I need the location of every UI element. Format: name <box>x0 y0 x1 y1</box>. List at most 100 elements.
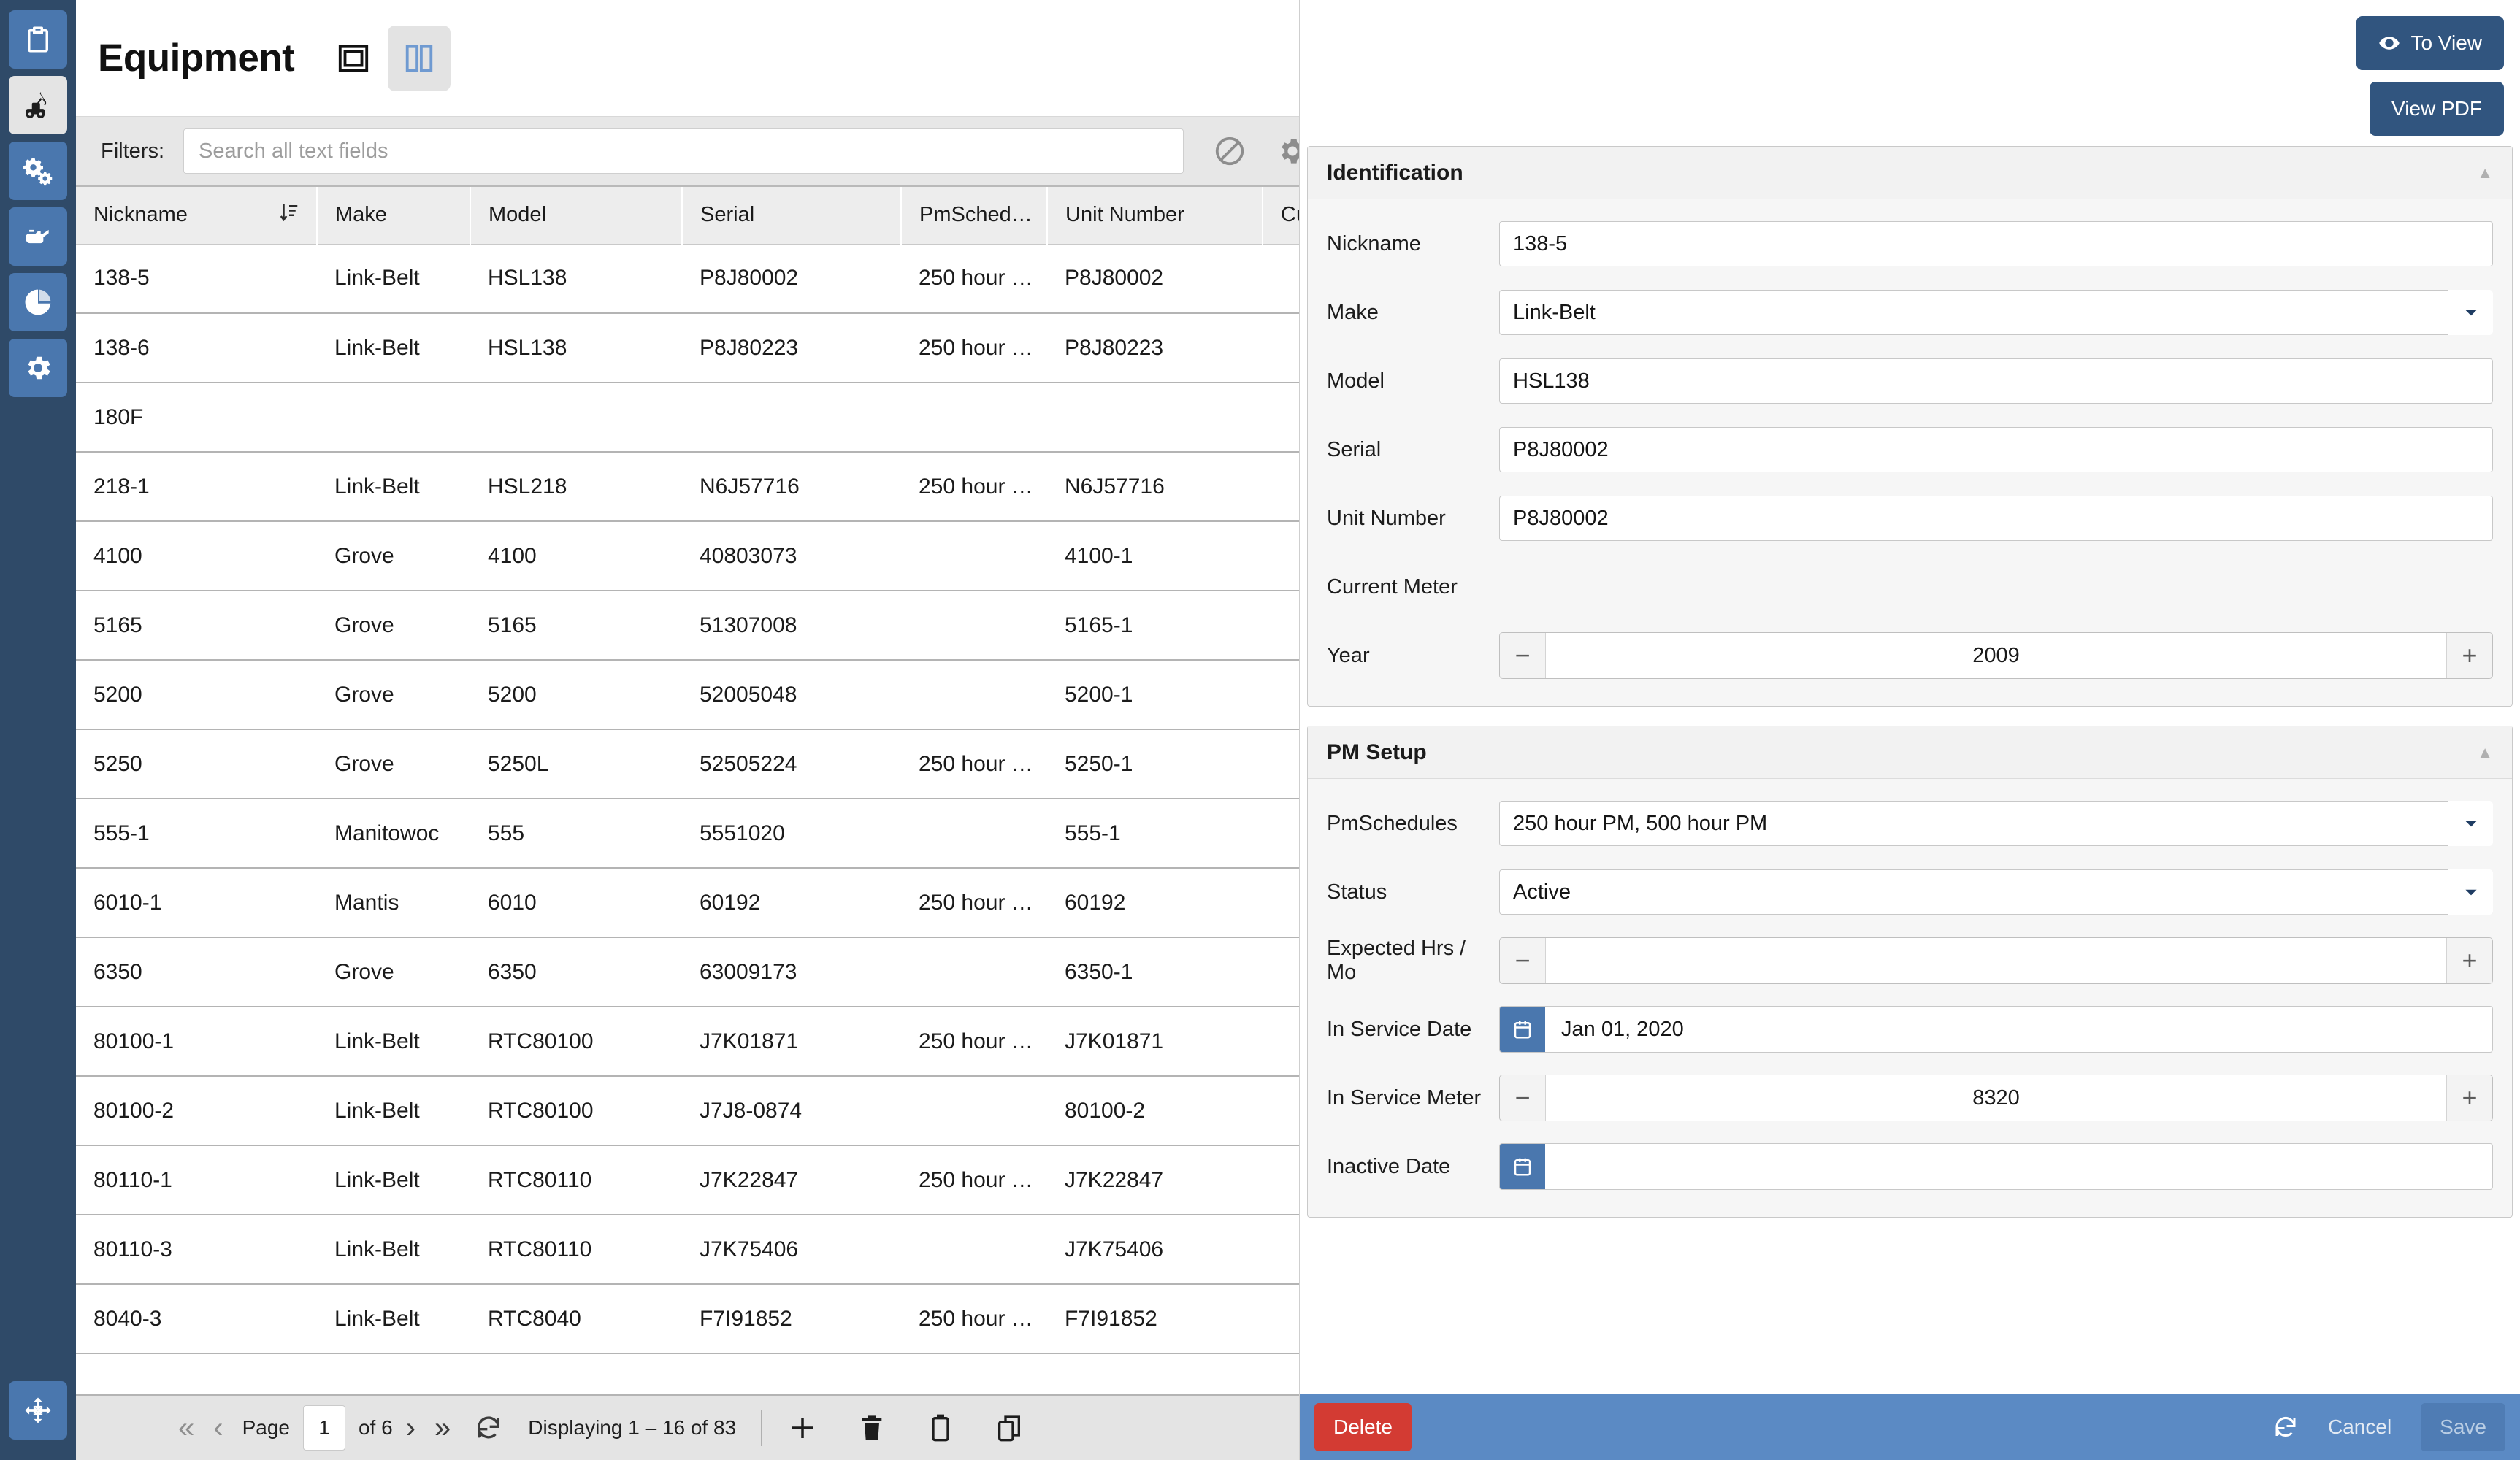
next-page-button[interactable]: › <box>406 1413 415 1442</box>
cell-unit_number: 5250-1 <box>1047 729 1263 799</box>
delete-button[interactable]: Delete <box>1314 1403 1412 1451</box>
page-title: Equipment <box>98 36 295 80</box>
table-row[interactable]: 8040-3 Link-Belt RTC8040 F7I91852 250 hour …… <box>76 1284 1299 1354</box>
sidebar-expand-button[interactable] <box>9 1381 67 1440</box>
to-view-button[interactable]: To View <box>2356 16 2504 70</box>
field-label-nickname: Nickname <box>1327 231 1421 256</box>
minus-icon[interactable]: − <box>1500 938 1545 983</box>
column-header-label: Curr <box>1281 203 1299 227</box>
column-header-serial[interactable]: Serial <box>682 187 902 245</box>
table-row[interactable]: 218-1 Link-Belt HSL218 N6J57716 250 hour … N6… <box>76 452 1299 522</box>
prev-page-button[interactable]: ‹ <box>213 1413 223 1442</box>
datepicker-inactive-date[interactable] <box>1499 1143 2493 1190</box>
table-row[interactable]: 5165 Grove 5165 51307008 5165-1 <box>76 591 1299 661</box>
view-pdf-button[interactable]: View PDF <box>2370 82 2504 136</box>
section-header[interactable]: Identification ▲ <box>1308 147 2512 199</box>
detail-top-actions: To View View PDF <box>1300 0 2520 146</box>
table-row[interactable]: 80110-1 Link-Belt RTC80110 J7K22847 250 hour… <box>76 1145 1299 1215</box>
input-serial[interactable] <box>1499 427 2493 472</box>
calendar-icon[interactable] <box>1500 1144 1545 1189</box>
table-row[interactable]: 80100-2 Link-Belt RTC80100 J7J8-0874 80100-2 <box>76 1076 1299 1146</box>
table-row[interactable]: 4100 Grove 4100 40803073 4100-1 <box>76 521 1299 591</box>
column-header-pmschedules[interactable]: PmSched… <box>901 187 1048 245</box>
column-header-current_meter[interactable]: Curr <box>1263 187 1299 245</box>
stepper-value-year[interactable]: 2009 <box>1545 633 2447 678</box>
select-make[interactable] <box>1499 290 2493 335</box>
stepper-year[interactable]: −2009 + <box>1499 632 2493 679</box>
plus-icon[interactable]: + <box>2447 1075 2492 1121</box>
select-value-make[interactable] <box>1499 290 2493 335</box>
search-input[interactable] <box>183 128 1184 174</box>
table-row[interactable]: 80110-3 Link-Belt RTC80110 J7K75406 J7K75406 <box>76 1215 1299 1285</box>
chevron-down-icon[interactable] <box>2448 869 2493 915</box>
stepper-value-expected-hrs-mo[interactable] <box>1545 938 2447 983</box>
sidebar-item-equipment[interactable] <box>9 76 67 134</box>
table-header: Nickname Make Model Serial PmSched… Unit Numb… <box>76 187 1299 245</box>
plus-icon[interactable]: + <box>2447 938 2492 983</box>
column-header-make[interactable]: Make <box>317 187 471 245</box>
detail-sections: Identification ▲ Nickname Make Model Serial Un… <box>1300 146 2520 1460</box>
table-row[interactable]: 80100-1 Link-Belt RTC80100 J7K01871 250 hour… <box>76 1007 1299 1077</box>
sidebar-item-reports[interactable] <box>9 273 67 331</box>
stepper-value-in-service-meter[interactable]: 8320 <box>1545 1075 2447 1121</box>
sidebar-item-settings[interactable] <box>9 339 67 397</box>
select-value-pmschedules[interactable] <box>1499 801 2493 846</box>
refresh-icon[interactable] <box>474 1413 503 1442</box>
table-row[interactable]: 6010-1 Mantis 6010 60192 250 hour … 60192 <box>76 868 1299 938</box>
cell-model: 5200 <box>470 660 682 730</box>
table-row[interactable]: 5250 Grove 5250L 52505224 250 hour … 5250-1 <box>76 729 1299 799</box>
sidebar-item-clipboard[interactable] <box>9 10 67 69</box>
select-status[interactable] <box>1499 869 2493 915</box>
caret-up-icon[interactable]: ▲ <box>2477 164 2493 182</box>
select-pmschedules[interactable] <box>1499 801 2493 846</box>
cell-current_meter <box>1263 937 1299 1007</box>
field-label-model: Model <box>1327 369 1385 393</box>
sidebar-item-parts[interactable] <box>9 142 67 200</box>
field-row: Model <box>1327 347 2493 415</box>
table-row[interactable]: 180F <box>76 383 1299 453</box>
section-header[interactable]: PM Setup ▲ <box>1308 726 2512 779</box>
input-unit-number[interactable] <box>1499 496 2493 541</box>
table-row[interactable]: 6350 Grove 6350 63009173 6350-1 <box>76 937 1299 1007</box>
stepper-in-service-meter[interactable]: −8320 + <box>1499 1075 2493 1121</box>
plus-icon[interactable]: + <box>2447 633 2492 678</box>
stepper-expected-hrs-mo[interactable]: − + <box>1499 937 2493 984</box>
view-single-pane-button[interactable] <box>322 26 385 91</box>
first-page-button[interactable]: « <box>178 1413 194 1442</box>
datepicker-in-service-date[interactable]: Jan 01, 2020 <box>1499 1006 2493 1053</box>
caret-up-icon[interactable]: ▲ <box>2477 743 2493 762</box>
chevron-down-icon[interactable] <box>2448 801 2493 846</box>
cell-pmschedules: 250 hour … <box>901 244 1047 314</box>
refresh-icon[interactable] <box>2272 1414 2299 1440</box>
minus-icon[interactable]: − <box>1500 1075 1545 1121</box>
save-button[interactable]: Save <box>2421 1403 2505 1451</box>
view-split-pane-button[interactable] <box>388 25 451 91</box>
cell-make: Link-Belt <box>317 1284 470 1354</box>
date-value-inactive-date[interactable] <box>1545 1144 2492 1189</box>
select-value-status[interactable] <box>1499 869 2493 915</box>
column-header-nickname[interactable]: Nickname <box>76 187 318 245</box>
chevron-down-icon[interactable] <box>2448 290 2493 335</box>
table-row[interactable]: 5200 Grove 5200 52005048 5200-1 <box>76 660 1299 730</box>
page-number-input[interactable] <box>302 1405 345 1451</box>
table-row[interactable]: 138-6 Link-Belt HSL138 P8J80223 250 hour … P8… <box>76 313 1299 383</box>
cancel-button[interactable]: Cancel <box>2328 1415 2391 1439</box>
ban-icon[interactable] <box>1213 134 1246 168</box>
trash-icon[interactable] <box>857 1413 886 1442</box>
sidebar-item-fluids[interactable] <box>9 207 67 266</box>
last-page-button[interactable]: » <box>434 1413 451 1442</box>
plus-icon[interactable] <box>787 1413 818 1443</box>
field-control-in-service-date: Jan 01, 2020 <box>1499 1006 2493 1053</box>
column-header-model[interactable]: Model <box>470 187 683 245</box>
copy-icon[interactable] <box>995 1413 1024 1442</box>
column-header-unit_number[interactable]: Unit Number <box>1047 187 1263 245</box>
input-model[interactable] <box>1499 358 2493 404</box>
table-row[interactable]: 555-1 Manitowoc 555 5551020 555-1 <box>76 799 1299 869</box>
clipboard-icon[interactable] <box>926 1413 955 1442</box>
date-value-in-service-date[interactable]: Jan 01, 2020 <box>1545 1007 2492 1052</box>
cell-current_meter <box>1263 313 1299 383</box>
input-nickname[interactable] <box>1499 221 2493 266</box>
calendar-icon[interactable] <box>1500 1007 1545 1052</box>
table-row[interactable]: 138-5 Link-Belt HSL138 P8J80002 250 hour … P8… <box>76 244 1299 314</box>
minus-icon[interactable]: − <box>1500 633 1545 678</box>
